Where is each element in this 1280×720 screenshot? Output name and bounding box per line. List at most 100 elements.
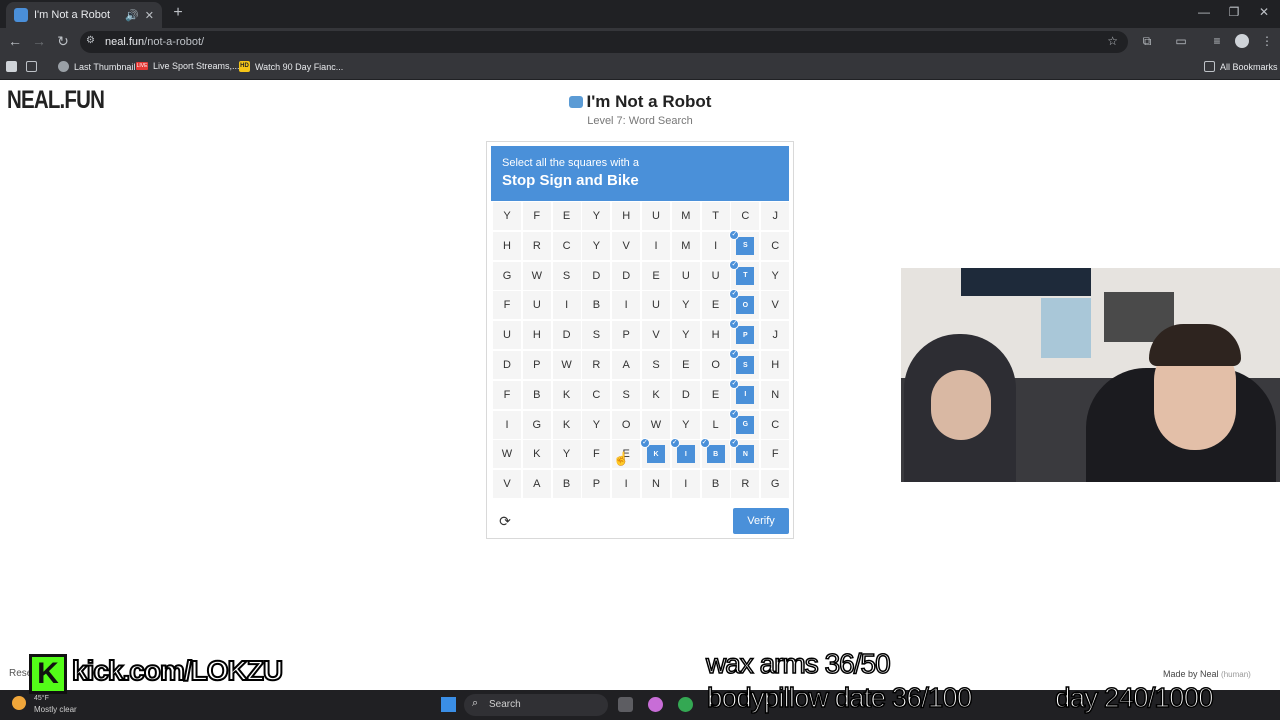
grid-cell[interactable]: R xyxy=(582,351,611,379)
restore-icon[interactable]: ❐ xyxy=(1224,5,1244,19)
grid-cell[interactable]: P ✓ xyxy=(729,319,760,350)
back-icon[interactable]: ← xyxy=(6,33,24,49)
window-close-icon[interactable]: ✕ xyxy=(1254,5,1274,19)
grid-cell[interactable]: F xyxy=(761,440,790,469)
grid-cell[interactable]: B xyxy=(552,470,581,499)
speaker-icon[interactable]: 🔊 xyxy=(125,9,139,22)
grid-cell[interactable]: Y xyxy=(582,202,611,230)
grid-cell[interactable]: I xyxy=(612,470,641,499)
grid-cell[interactable]: N ✓ xyxy=(729,438,760,469)
grid-cell[interactable]: J xyxy=(761,321,790,350)
grid-cell[interactable]: S ✓ xyxy=(729,349,760,379)
grid-cell[interactable]: B xyxy=(522,380,551,409)
grid-cell[interactable]: E xyxy=(552,202,581,230)
made-by-credit[interactable]: Made by Neal (human) xyxy=(1163,669,1251,679)
grid-cell[interactable]: V xyxy=(642,321,670,350)
browser-tab[interactable]: I'm Not a Robot 🔊 ✕ xyxy=(6,2,162,28)
weather-moon-icon[interactable] xyxy=(12,696,26,710)
grid-cell[interactable]: W xyxy=(552,351,581,379)
chrome-icon[interactable] xyxy=(678,697,693,712)
grid-cell[interactable]: Y xyxy=(761,261,790,290)
grid-cell[interactable]: Y xyxy=(493,202,521,230)
grid-cell[interactable]: S xyxy=(552,261,581,290)
cast-icon[interactable]: ▭ xyxy=(1172,34,1190,48)
verify-button[interactable]: Verify xyxy=(733,508,789,534)
grid-cell[interactable]: D xyxy=(612,261,641,290)
grid-cell[interactable]: D xyxy=(671,380,700,409)
grid-cell[interactable]: J xyxy=(761,202,790,230)
grid-cell[interactable]: I xyxy=(671,470,700,499)
grid-cell[interactable]: T xyxy=(701,202,730,230)
grid-cell[interactable]: H xyxy=(493,231,521,260)
grid-cell[interactable]: H xyxy=(612,202,641,230)
close-icon[interactable]: ✕ xyxy=(145,9,154,22)
grid-cell[interactable]: A xyxy=(612,351,641,379)
grid-cell[interactable]: B xyxy=(582,291,611,320)
all-bookmarks[interactable]: All Bookmarks xyxy=(1204,61,1278,72)
windows-start-icon[interactable] xyxy=(441,697,456,712)
taskbar-search[interactable]: ⌕ Search xyxy=(464,694,608,716)
grid-cell[interactable]: Y xyxy=(552,440,581,469)
grid-cell[interactable]: Y xyxy=(671,410,700,439)
grid-cell[interactable]: G ✓ xyxy=(729,408,760,439)
grid-cell[interactable]: I xyxy=(612,291,641,320)
grid-cell[interactable]: C xyxy=(761,231,790,260)
grid-cell[interactable]: W xyxy=(493,440,521,469)
extensions-icon[interactable]: ⧉ xyxy=(1138,34,1156,49)
grid-cell[interactable]: I ✓ xyxy=(729,378,760,409)
grid-cell[interactable]: F xyxy=(522,202,551,230)
grid-cell[interactable]: U xyxy=(642,202,670,230)
grid-cell[interactable]: T ✓ xyxy=(729,259,760,290)
grid-cell[interactable]: I ✓ xyxy=(669,438,700,469)
grid-cell[interactable]: E xyxy=(701,380,730,409)
bookmark-live-sport[interactable]: LIVE Live Sport Streams,... xyxy=(136,61,240,71)
grid-cell[interactable]: E xyxy=(642,261,670,290)
grid-cell[interactable]: D xyxy=(493,351,521,379)
grid-cell[interactable]: W xyxy=(522,261,551,290)
new-tab-button[interactable]: + xyxy=(168,4,188,22)
grid-cell[interactable]: U xyxy=(701,261,730,290)
grid-cell[interactable]: O xyxy=(701,351,730,379)
reload-page-icon[interactable]: ↻ xyxy=(54,33,72,50)
grid-cell[interactable]: L xyxy=(701,410,730,439)
site-info-icon[interactable]: ⚙ xyxy=(86,35,98,47)
grid-cell[interactable]: G xyxy=(522,410,551,439)
grid-icon[interactable] xyxy=(26,61,37,72)
grid-cell[interactable]: C xyxy=(552,231,581,260)
grid-cell[interactable]: H xyxy=(761,351,790,379)
grid-cell[interactable]: B ✓ xyxy=(699,438,730,469)
grid-cell[interactable]: M xyxy=(671,202,700,230)
grid-cell[interactable]: O ✓ xyxy=(729,289,760,320)
grid-cell[interactable]: K xyxy=(522,440,551,469)
grid-cell[interactable]: B xyxy=(701,470,730,499)
grid-cell[interactable]: E xyxy=(701,291,730,320)
grid-cell[interactable]: V xyxy=(493,470,521,499)
grid-cell[interactable]: K xyxy=(552,380,581,409)
grid-cell[interactable]: P xyxy=(522,351,551,379)
grid-cell[interactable]: V xyxy=(761,291,790,320)
menu-icon[interactable]: ⋮ xyxy=(1258,34,1276,48)
address-bar[interactable]: ⚙ neal.fun/not-a-robot/ ☆ xyxy=(80,31,1128,53)
grid-cell[interactable]: U xyxy=(671,261,700,290)
profile-avatar[interactable] xyxy=(1235,34,1249,48)
grid-cell[interactable]: G xyxy=(761,470,790,499)
grid-cell[interactable]: S xyxy=(642,351,670,379)
grid-cell[interactable]: H xyxy=(522,321,551,350)
grid-cell[interactable]: C xyxy=(582,380,611,409)
grid-cell[interactable]: A xyxy=(522,470,551,499)
grid-cell[interactable]: C xyxy=(731,202,760,230)
grid-cell[interactable]: I xyxy=(701,231,730,260)
forward-icon[interactable]: → xyxy=(30,33,48,49)
grid-cell[interactable]: S xyxy=(612,380,641,409)
grid-cell[interactable]: N xyxy=(761,380,790,409)
grid-cell[interactable]: U xyxy=(642,291,670,320)
grid-cell[interactable]: K xyxy=(642,380,670,409)
apps-icon[interactable] xyxy=(6,61,17,72)
grid-cell[interactable]: I xyxy=(493,410,521,439)
grid-cell[interactable]: K ✓ xyxy=(640,438,670,469)
grid-cell[interactable]: N xyxy=(642,470,670,499)
grid-cell[interactable]: Y xyxy=(582,410,611,439)
grid-cell[interactable]: W xyxy=(642,410,670,439)
grid-cell[interactable]: E xyxy=(671,351,700,379)
grid-cell[interactable]: F xyxy=(582,440,611,469)
